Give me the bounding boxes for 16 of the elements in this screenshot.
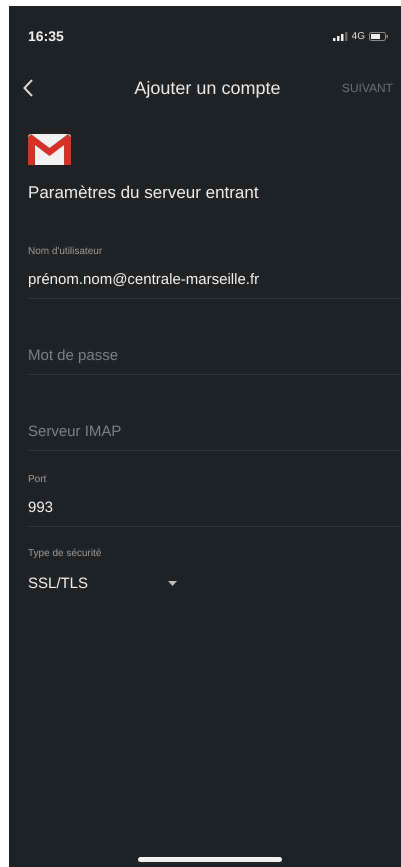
battery-icon [369, 32, 389, 40]
field-label: Port [28, 474, 48, 485]
status-time: 16:35 [28, 28, 64, 44]
section-title: Paramètres du serveur entrant [28, 183, 260, 203]
dropdown[interactable]: SSL/TLS [28, 571, 188, 595]
input-field[interactable]: 993 [28, 497, 368, 518]
input-field[interactable]: Mot de passe [28, 345, 368, 366]
screen-title: Ajouter un compte [133, 78, 282, 98]
input-field[interactable]: prénom.nom@centrale-marseille.fr [28, 269, 368, 290]
input-field[interactable]: Serveur IMAP [28, 421, 368, 442]
caret-icon [168, 580, 177, 586]
network-label: 4G [352, 30, 365, 42]
field-label: Type de sécurité [28, 548, 102, 559]
field-label: Nom d'utilisateur [28, 246, 104, 257]
mail-icon [28, 134, 71, 165]
signal-icon [332, 32, 348, 40]
